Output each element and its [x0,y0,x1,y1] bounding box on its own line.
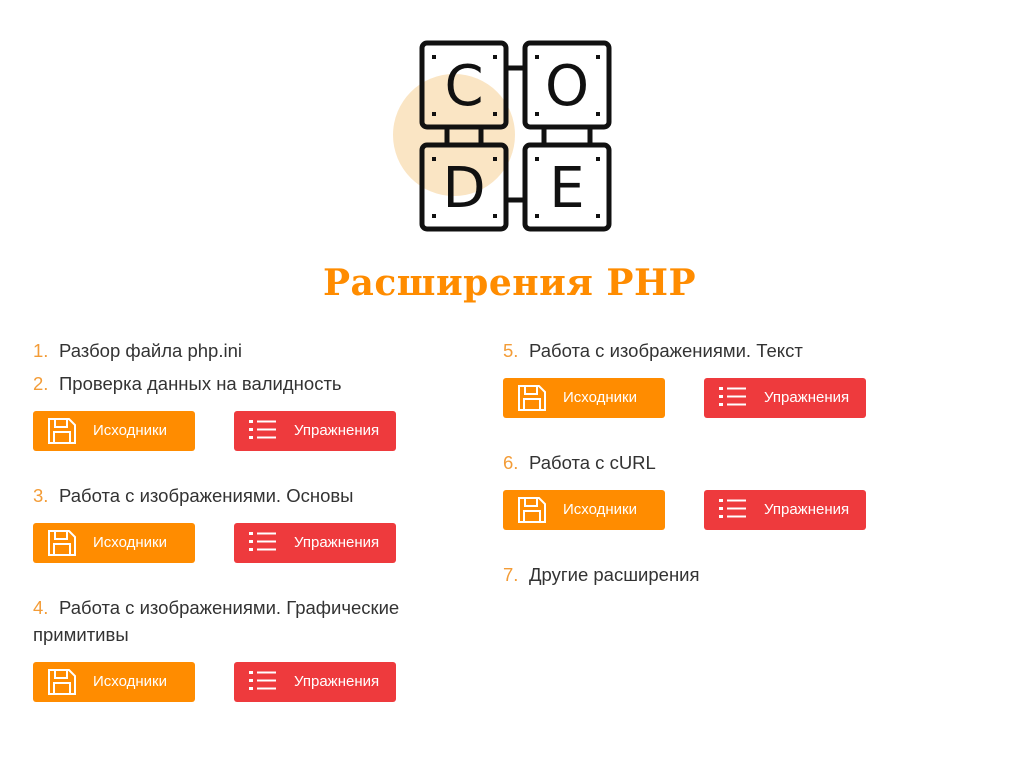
sources-label: Исходники [93,673,167,690]
item-number: 3. [33,485,49,506]
floppy-disk-icon [518,385,546,411]
item-label[interactable]: Другие расширения [529,564,700,585]
exercises-label: Упражнения [294,422,380,439]
sources-label: Исходники [93,534,167,551]
sources-button[interactable]: Исходники [33,523,195,563]
list-item-2[interactable]: 2. Проверка данных на валидность [33,370,342,397]
exercises-button[interactable]: Упражнения [704,378,866,418]
item-number: 5. [503,340,519,361]
exercises-button[interactable]: Упражнения [234,662,396,702]
item-number: 4. [33,597,49,618]
sources-button[interactable]: Исходники [33,411,195,451]
logo-letter-c: C [444,54,483,119]
exercises-label: Упражнения [764,501,850,518]
floppy-disk-icon [48,669,76,695]
list-item-6[interactable]: 6. Работа с cURL [503,449,656,476]
list-icon [249,671,276,690]
exercises-label: Упражнения [294,534,380,551]
item-label[interactable]: Работа с изображениями. Графические прим… [33,597,399,645]
list-item-5[interactable]: 5. Работа с изображениями. Текст [503,337,803,364]
exercises-label: Упражнения [764,389,850,406]
item-number: 2. [33,373,49,394]
exercises-button[interactable]: Упражнения [234,411,396,451]
logo-letter-o: O [545,54,589,119]
floppy-disk-icon [518,497,546,523]
page-title: Расширения PHP [322,262,697,304]
floppy-disk-icon [48,530,76,556]
logo-letter-d: D [442,156,485,221]
sources-label: Исходники [563,501,637,518]
sources-button[interactable]: Исходники [503,378,665,418]
list-item-1[interactable]: 1. Разбор файла php.ini [33,337,242,364]
sources-button[interactable]: Исходники [33,662,195,702]
code-logo-icon: C O D E [419,40,612,232]
item-label[interactable]: Проверка данных на валидность [59,373,342,394]
logo-letter-e: E [549,156,584,221]
code-logo: C O D E [392,38,614,234]
sources-label: Исходники [93,422,167,439]
item-label[interactable]: Работа с cURL [529,452,656,473]
list-icon [249,532,276,551]
list-item-3[interactable]: 3. Работа с изображениями. Основы [33,482,353,509]
exercises-button[interactable]: Упражнения [704,490,866,530]
sources-label: Исходники [563,389,637,406]
item-number: 6. [503,452,519,473]
list-item-4[interactable]: 4. Работа с изображениями. Графические пр… [33,594,453,648]
list-item-7[interactable]: 7. Другие расширения [503,561,700,588]
floppy-disk-icon [48,418,76,444]
item-number: 7. [503,564,519,585]
list-icon [719,387,746,406]
sources-button[interactable]: Исходники [503,490,665,530]
item-label[interactable]: Работа с изображениями. Текст [529,340,803,361]
exercises-button[interactable]: Упражнения [234,523,396,563]
exercises-label: Упражнения [294,673,380,690]
list-icon [249,420,276,439]
list-icon [719,499,746,518]
item-label[interactable]: Разбор файла php.ini [59,340,242,361]
item-number: 1. [33,340,49,361]
item-label[interactable]: Работа с изображениями. Основы [59,485,353,506]
